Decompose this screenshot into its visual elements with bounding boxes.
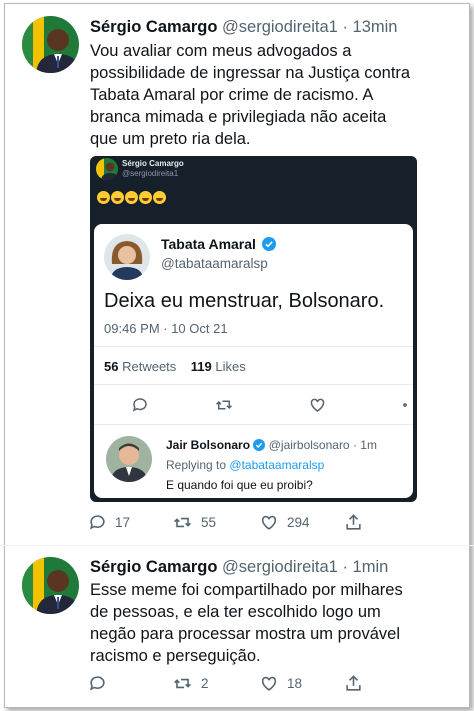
verified-icon <box>253 439 266 451</box>
author-handle[interactable]: @sergiodireita1 <box>222 18 338 36</box>
retweet-count: 55 <box>201 515 217 530</box>
likes-count: 119 <box>190 359 212 374</box>
tweet-text: Esse meme foi compartilhado por milhares… <box>90 579 435 667</box>
quoted-actions <box>94 396 413 418</box>
embed-header: Sérgio Camargo @sergiodireita1 <box>122 159 184 179</box>
separator: · <box>352 438 357 452</box>
tweet-text-line: possibilidade de ingressar na Justiça co… <box>90 64 411 82</box>
retweet-button[interactable]: 55 <box>172 513 216 532</box>
retweet-icon <box>174 517 191 528</box>
reply-text: E quando foi que eu proibi? <box>166 478 313 492</box>
laughing-emoji-icon <box>139 191 152 204</box>
avatar <box>104 234 150 280</box>
reply-count: 17 <box>115 515 131 530</box>
like-button[interactable]: 18 <box>259 674 302 693</box>
laughing-emoji-icon <box>97 191 110 204</box>
quoted-author-handle: @tabataamaralsp <box>161 256 268 271</box>
retweet-count: 2 <box>201 676 209 691</box>
retweets-label: Retweets <box>122 359 177 374</box>
emoji-row <box>97 191 167 207</box>
separator: · <box>342 558 348 576</box>
replying-prefix: Replying to <box>166 458 227 472</box>
tweet-text-line: branca mimada e privilegiada não aceita <box>90 108 387 126</box>
laughing-emoji-icon <box>111 191 124 204</box>
reply-button[interactable] <box>88 674 115 693</box>
replying-to: Replying to @tabataamaralsp <box>166 458 324 472</box>
verified-icon <box>261 237 276 251</box>
share-button[interactable] <box>344 674 363 693</box>
author-name[interactable]: Sérgio Camargo <box>90 558 217 576</box>
likes-label: Likes <box>215 359 246 374</box>
retweet-button[interactable]: 2 <box>172 674 209 693</box>
avatar <box>106 436 152 482</box>
embedded-media[interactable]: Sérgio Camargo @sergiodireita1 Tabata Am… <box>90 156 417 502</box>
quoted-timestamp: 09:46 PM · 10 Oct 21 <box>104 321 228 336</box>
tweet-text-line: Tabata Amaral por crime de racismo. A <box>90 86 374 104</box>
reply-author-handle: @jairbolsonaro <box>268 438 350 452</box>
tweet-text-line: Vou avaliar com meus advogados a <box>90 42 352 60</box>
laughing-emoji-icon <box>153 191 166 204</box>
separator: · <box>342 18 348 36</box>
like-icon <box>308 396 327 419</box>
quoted-tweet-text: Deixa eu menstruar, Bolsonaro. <box>104 290 385 312</box>
like-icon <box>261 676 277 691</box>
tweet-text-line: negão para processar mostra um provável <box>90 625 400 643</box>
quoted-author-name-text: Tabata Amaral <box>161 236 256 252</box>
reply-time: 1m <box>360 438 377 452</box>
replying-to-link: @tabataamaralsp <box>229 458 325 472</box>
laughing-emoji-icon <box>125 191 138 204</box>
reply-button[interactable]: 17 <box>88 513 130 532</box>
tweet-text-line: que um preto ria dela. <box>90 130 251 148</box>
reply-header: Jair Bolsonaro @jairbolsonaro · 1m <box>166 438 377 452</box>
tweet-header: Sérgio Camargo @sergiodireita1 · 13min <box>90 17 398 37</box>
tweet-divider <box>0 545 474 546</box>
quoted-tweet-card: Tabata Amaral @tabataamaralsp Deixa eu m… <box>94 224 413 498</box>
quoted-author-name: Tabata Amaral <box>161 236 276 252</box>
like-count: 294 <box>287 515 310 530</box>
tweet-time[interactable]: 13min <box>353 18 398 36</box>
author-handle[interactable]: @sergiodireita1 <box>222 558 338 576</box>
avatar[interactable] <box>22 557 79 614</box>
tweet-text-line: racismo e perseguição. <box>90 647 261 665</box>
quoted-stats: 56 Retweets 119 Likes <box>104 359 246 374</box>
share-icon <box>346 675 361 691</box>
retweet-icon <box>214 396 234 419</box>
embed-author-name: Sérgio Camargo <box>122 159 184 168</box>
share-icon <box>346 514 361 530</box>
reply-author-name: Jair Bolsonaro <box>166 438 251 452</box>
like-icon <box>261 515 277 530</box>
tweet-text-line: Esse meme foi compartilhado por milhares <box>90 581 403 599</box>
reply-icon <box>89 676 105 691</box>
reply-icon <box>131 396 149 419</box>
tweet-text-line: de pessoas, e ela ter escolhido logo um <box>90 603 381 621</box>
avatar[interactable] <box>22 16 79 73</box>
author-name[interactable]: Sérgio Camargo <box>90 18 217 36</box>
tweet-text: Vou avaliar com meus advogados a possibi… <box>90 40 435 150</box>
divider <box>94 346 413 347</box>
retweet-icon <box>174 678 191 689</box>
reply-icon <box>89 515 105 530</box>
share-icon <box>399 396 411 419</box>
avatar <box>96 158 118 180</box>
divider <box>94 384 413 385</box>
embed-author-handle: @sergiodireita1 <box>122 169 179 178</box>
like-count: 18 <box>287 676 303 691</box>
divider <box>94 424 413 425</box>
tweet-header: Sérgio Camargo @sergiodireita1 · 1min <box>90 557 388 577</box>
retweets-count: 56 <box>104 359 119 374</box>
like-button[interactable]: 294 <box>259 513 310 532</box>
tweet-time[interactable]: 1min <box>353 558 389 576</box>
share-button[interactable] <box>344 513 363 532</box>
